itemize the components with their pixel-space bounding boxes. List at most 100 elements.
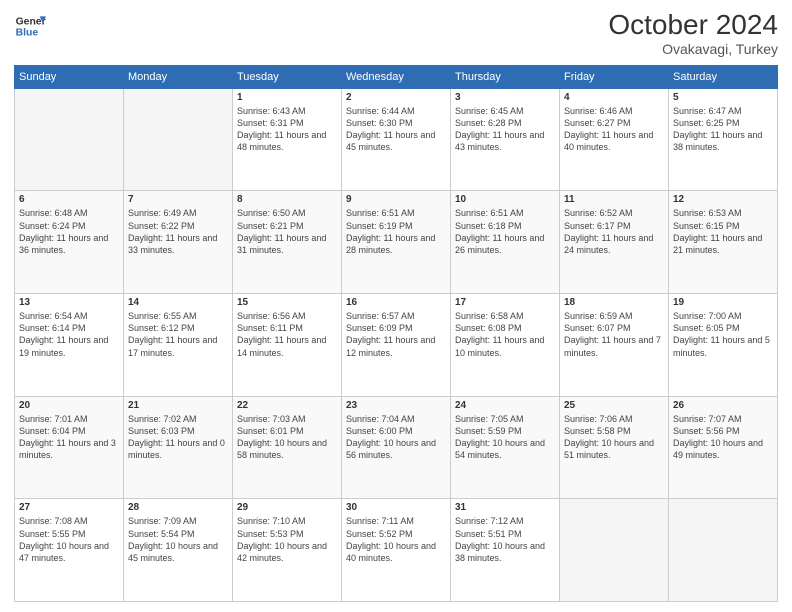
table-row: 21 Sunrise: 7:02 AMSunset: 6:03 PMDayligh… bbox=[124, 396, 233, 499]
header-friday: Friday bbox=[560, 65, 669, 88]
day-info: Sunrise: 7:07 AMSunset: 5:56 PMDaylight:… bbox=[673, 413, 773, 462]
calendar-week-row: 1 Sunrise: 6:43 AMSunset: 6:31 PMDaylight… bbox=[15, 88, 778, 191]
day-info: Sunrise: 6:57 AMSunset: 6:09 PMDaylight:… bbox=[346, 310, 446, 359]
day-info: Sunrise: 6:44 AMSunset: 6:30 PMDaylight:… bbox=[346, 105, 446, 154]
day-number: 25 bbox=[564, 400, 664, 411]
day-info: Sunrise: 7:06 AMSunset: 5:58 PMDaylight:… bbox=[564, 413, 664, 462]
header-saturday: Saturday bbox=[669, 65, 778, 88]
table-row: 17 Sunrise: 6:58 AMSunset: 6:08 PMDayligh… bbox=[451, 294, 560, 397]
table-row: 7 Sunrise: 6:49 AMSunset: 6:22 PMDaylight… bbox=[124, 191, 233, 294]
calendar-week-row: 20 Sunrise: 7:01 AMSunset: 6:04 PMDayligh… bbox=[15, 396, 778, 499]
day-info: Sunrise: 7:01 AMSunset: 6:04 PMDaylight:… bbox=[19, 413, 119, 462]
calendar-table: Sunday Monday Tuesday Wednesday Thursday… bbox=[14, 65, 778, 602]
day-number: 16 bbox=[346, 297, 446, 308]
table-row: 2 Sunrise: 6:44 AMSunset: 6:30 PMDaylight… bbox=[342, 88, 451, 191]
calendar-week-row: 13 Sunrise: 6:54 AMSunset: 6:14 PMDayligh… bbox=[15, 294, 778, 397]
table-row: 29 Sunrise: 7:10 AMSunset: 5:53 PMDayligh… bbox=[233, 499, 342, 602]
day-number: 10 bbox=[455, 194, 555, 205]
day-number: 9 bbox=[346, 194, 446, 205]
day-number: 5 bbox=[673, 92, 773, 103]
day-number: 17 bbox=[455, 297, 555, 308]
day-number: 13 bbox=[19, 297, 119, 308]
table-row: 15Sunrise: 6:56 AMSunset: 6:11 PMDayligh… bbox=[233, 294, 342, 397]
logo: General Blue bbox=[14, 10, 46, 42]
day-info: Sunrise: 6:48 AMSunset: 6:24 PMDaylight:… bbox=[19, 207, 119, 256]
table-row: 20 Sunrise: 7:01 AMSunset: 6:04 PMDayligh… bbox=[15, 396, 124, 499]
day-number: 15 bbox=[237, 297, 337, 308]
table-row: 4Sunrise: 6:46 AMSunset: 6:27 PMDaylight… bbox=[560, 88, 669, 191]
table-row: 22 Sunrise: 7:03 AMSunset: 6:01 PMDayligh… bbox=[233, 396, 342, 499]
day-info: Sunrise: 7:03 AMSunset: 6:01 PMDaylight:… bbox=[237, 413, 337, 462]
day-number: 26 bbox=[673, 400, 773, 411]
day-number: 6 bbox=[19, 194, 119, 205]
day-number: 18 bbox=[564, 297, 664, 308]
table-row: 28Sunrise: 7:09 AMSunset: 5:54 PMDayligh… bbox=[124, 499, 233, 602]
table-row: 31 Sunrise: 7:12 AMSunset: 5:51 PMDayligh… bbox=[451, 499, 560, 602]
table-row: 25 Sunrise: 7:06 AMSunset: 5:58 PMDayligh… bbox=[560, 396, 669, 499]
day-number: 19 bbox=[673, 297, 773, 308]
header-monday: Monday bbox=[124, 65, 233, 88]
table-row bbox=[15, 88, 124, 191]
day-number: 11 bbox=[564, 194, 664, 205]
day-number: 29 bbox=[237, 502, 337, 513]
day-info: Sunrise: 7:09 AMSunset: 5:54 PMDaylight:… bbox=[128, 515, 228, 564]
day-number: 8 bbox=[237, 194, 337, 205]
day-info: Sunrise: 6:55 AMSunset: 6:12 PMDaylight:… bbox=[128, 310, 228, 359]
day-number: 22 bbox=[237, 400, 337, 411]
table-row: 18 Sunrise: 6:59 AMSunset: 6:07 PMDayligh… bbox=[560, 294, 669, 397]
day-info: Sunrise: 7:11 AMSunset: 5:52 PMDaylight:… bbox=[346, 515, 446, 564]
table-row: 11Sunrise: 6:52 AMSunset: 6:17 PMDayligh… bbox=[560, 191, 669, 294]
day-info: Sunrise: 7:04 AMSunset: 6:00 PMDaylight:… bbox=[346, 413, 446, 462]
month-title: October 2024 bbox=[608, 10, 778, 41]
table-row bbox=[669, 499, 778, 602]
day-info: Sunrise: 6:45 AMSunset: 6:28 PMDaylight:… bbox=[455, 105, 555, 154]
day-number: 3 bbox=[455, 92, 555, 103]
day-info: Sunrise: 6:50 AMSunset: 6:21 PMDaylight:… bbox=[237, 207, 337, 256]
day-info: Sunrise: 6:43 AMSunset: 6:31 PMDaylight:… bbox=[237, 105, 337, 154]
day-info: Sunrise: 6:51 AMSunset: 6:18 PMDaylight:… bbox=[455, 207, 555, 256]
day-info: Sunrise: 7:10 AMSunset: 5:53 PMDaylight:… bbox=[237, 515, 337, 564]
day-number: 14 bbox=[128, 297, 228, 308]
table-row: 8 Sunrise: 6:50 AMSunset: 6:21 PMDaylight… bbox=[233, 191, 342, 294]
day-number: 7 bbox=[128, 194, 228, 205]
location: Ovakavagi, Turkey bbox=[608, 41, 778, 57]
day-number: 2 bbox=[346, 92, 446, 103]
day-number: 24 bbox=[455, 400, 555, 411]
table-row: 30Sunrise: 7:11 AMSunset: 5:52 PMDayligh… bbox=[342, 499, 451, 602]
day-number: 12 bbox=[673, 194, 773, 205]
day-info: Sunrise: 6:54 AMSunset: 6:14 PMDaylight:… bbox=[19, 310, 119, 359]
day-number: 20 bbox=[19, 400, 119, 411]
day-number: 21 bbox=[128, 400, 228, 411]
day-info: Sunrise: 7:02 AMSunset: 6:03 PMDaylight:… bbox=[128, 413, 228, 462]
day-info: Sunrise: 7:08 AMSunset: 5:55 PMDaylight:… bbox=[19, 515, 119, 564]
day-number: 1 bbox=[237, 92, 337, 103]
header-thursday: Thursday bbox=[451, 65, 560, 88]
header: General Blue October 2024 Ovakavagi, Tur… bbox=[14, 10, 778, 57]
svg-text:Blue: Blue bbox=[16, 28, 39, 39]
day-info: Sunrise: 6:51 AMSunset: 6:19 PMDaylight:… bbox=[346, 207, 446, 256]
day-info: Sunrise: 6:49 AMSunset: 6:22 PMDaylight:… bbox=[128, 207, 228, 256]
day-number: 4 bbox=[564, 92, 664, 103]
table-row: 13 Sunrise: 6:54 AMSunset: 6:14 PMDayligh… bbox=[15, 294, 124, 397]
day-number: 31 bbox=[455, 502, 555, 513]
table-row: 5Sunrise: 6:47 AMSunset: 6:25 PMDaylight… bbox=[669, 88, 778, 191]
day-info: Sunrise: 6:59 AMSunset: 6:07 PMDaylight:… bbox=[564, 310, 664, 359]
table-row: 9 Sunrise: 6:51 AMSunset: 6:19 PMDaylight… bbox=[342, 191, 451, 294]
title-block: October 2024 Ovakavagi, Turkey bbox=[608, 10, 778, 57]
table-row: 24 Sunrise: 7:05 AMSunset: 5:59 PMDayligh… bbox=[451, 396, 560, 499]
table-row: 19Sunrise: 7:00 AMSunset: 6:05 PMDayligh… bbox=[669, 294, 778, 397]
table-row bbox=[560, 499, 669, 602]
calendar-header-row: Sunday Monday Tuesday Wednesday Thursday… bbox=[15, 65, 778, 88]
day-info: Sunrise: 7:12 AMSunset: 5:51 PMDaylight:… bbox=[455, 515, 555, 564]
day-info: Sunrise: 7:05 AMSunset: 5:59 PMDaylight:… bbox=[455, 413, 555, 462]
table-row: 12 Sunrise: 6:53 AMSunset: 6:15 PMDayligh… bbox=[669, 191, 778, 294]
calendar-week-row: 27Sunrise: 7:08 AMSunset: 5:55 PMDayligh… bbox=[15, 499, 778, 602]
table-row bbox=[124, 88, 233, 191]
day-info: Sunrise: 6:53 AMSunset: 6:15 PMDaylight:… bbox=[673, 207, 773, 256]
day-number: 23 bbox=[346, 400, 446, 411]
day-info: Sunrise: 6:58 AMSunset: 6:08 PMDaylight:… bbox=[455, 310, 555, 359]
table-row: 16 Sunrise: 6:57 AMSunset: 6:09 PMDayligh… bbox=[342, 294, 451, 397]
header-wednesday: Wednesday bbox=[342, 65, 451, 88]
logo-icon: General Blue bbox=[14, 10, 46, 42]
table-row: 10 Sunrise: 6:51 AMSunset: 6:18 PMDayligh… bbox=[451, 191, 560, 294]
